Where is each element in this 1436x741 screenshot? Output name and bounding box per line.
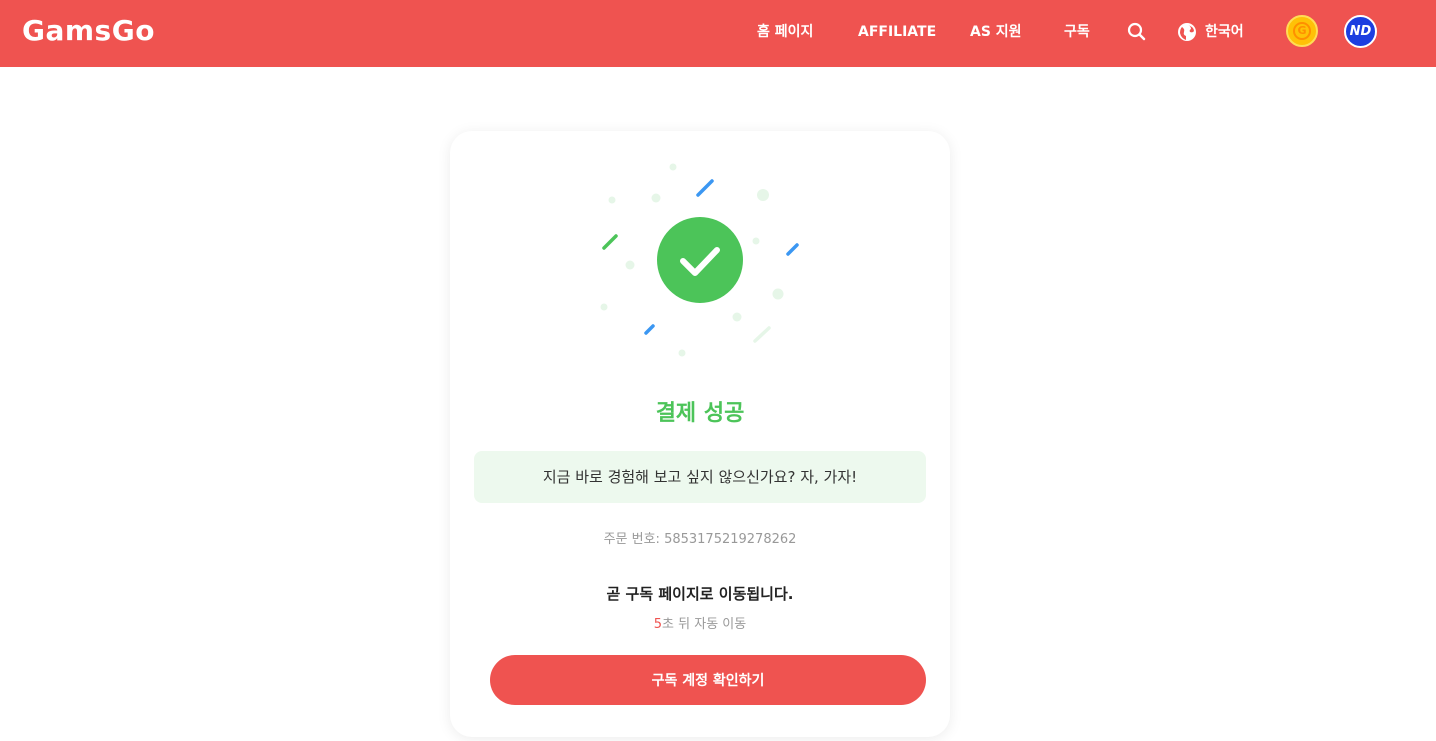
success-check-icon <box>600 163 799 357</box>
nav-affiliate[interactable]: AFFILIATE <box>858 22 936 42</box>
globe-icon[interactable] <box>1177 22 1197 42</box>
view-subscription-account-button[interactable]: 구독 계정 확인하기 <box>490 655 926 705</box>
redirect-countdown: 5초 뒤 자동 이동 <box>450 613 950 632</box>
top-header: GamsGo 홈 페이지 AFFILIATE AS 지원 구독 한국어 G ND <box>0 0 1436 67</box>
nav-subscribe[interactable]: 구독 <box>1064 22 1090 42</box>
order-number-line: 주문 번호: 5853175219278262 <box>450 528 950 547</box>
search-icon[interactable] <box>1127 22 1147 42</box>
redirect-notice: 곧 구독 페이지로 이동됩니다. <box>606 585 794 603</box>
coin-icon[interactable]: G <box>1286 15 1318 47</box>
countdown-seconds: 5 <box>653 617 663 632</box>
order-number-value: 5853175219278262 <box>664 532 797 547</box>
promo-banner: 지금 바로 경험해 보고 싶지 않으신가요? 자, 가자! <box>474 451 926 503</box>
nav-home[interactable]: 홈 페이지 <box>757 22 813 42</box>
language-selector[interactable]: 한국어 <box>1205 22 1244 42</box>
nav-support[interactable]: AS 지원 <box>970 22 1022 42</box>
user-avatar[interactable]: ND <box>1344 15 1377 48</box>
coin-letter: G <box>1293 22 1311 40</box>
order-number-label: 주문 번호: <box>603 532 665 547</box>
countdown-label: 초 뒤 자동 이동 <box>662 617 747 632</box>
payment-success-title: 결제 성공 <box>655 401 745 426</box>
payment-success-card: 결제 성공 지금 바로 경험해 보고 싶지 않으신가요? 자, 가자! 주문 번… <box>450 131 950 737</box>
gamsgo-logo[interactable]: GamsGo <box>22 14 155 47</box>
